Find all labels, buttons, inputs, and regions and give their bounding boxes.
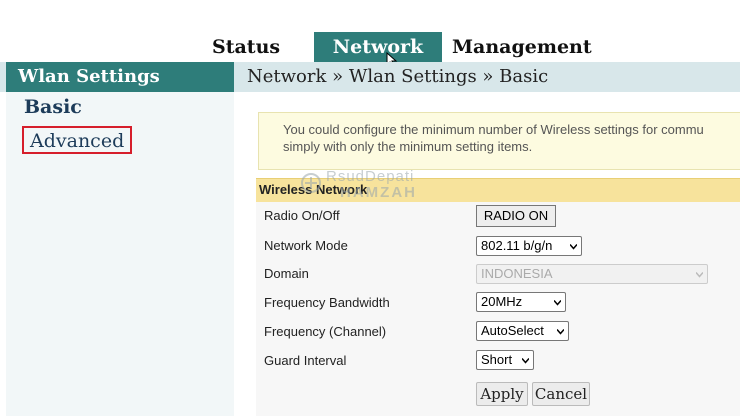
guard-interval-label: Guard Interval	[264, 353, 347, 368]
network-mode-label: Network Mode	[264, 238, 348, 253]
network-mode-select[interactable]: 802.11 b/g/n	[476, 236, 582, 256]
watermark-text-2: HAMZAH	[340, 184, 417, 201]
chevron-down-icon	[570, 244, 577, 250]
guard-interval-value: Short	[481, 352, 513, 367]
tab-network[interactable]: Network	[314, 32, 442, 62]
chevron-down-icon	[696, 272, 703, 278]
guard-interval-select[interactable]: Short	[476, 350, 534, 370]
radio-on-button[interactable]: RADIO ON	[476, 205, 556, 227]
notice-line-2: simply with only the minimum setting ite…	[283, 139, 533, 154]
watermark-logo-icon	[301, 173, 321, 193]
sidebar-item-advanced[interactable]: Advanced	[22, 126, 133, 154]
cancel-button[interactable]: Cancel	[532, 382, 590, 406]
info-notice: You could configure the minimum number o…	[258, 112, 740, 170]
network-mode-value: 802.11 b/g/n	[481, 238, 553, 253]
frequency-channel-select[interactable]: AutoSelect	[476, 321, 569, 341]
frequency-channel-value: AutoSelect	[481, 323, 544, 338]
apply-button[interactable]: Apply	[476, 382, 528, 406]
tab-status[interactable]: Status	[212, 32, 280, 62]
domain-value: INDONESIA	[481, 266, 553, 281]
notice-line-1: You could configure the minimum number o…	[283, 122, 704, 137]
breadcrumb: Network » Wlan Settings » Basic	[247, 66, 549, 87]
chevron-down-icon	[557, 329, 564, 335]
chevron-down-icon	[554, 300, 561, 306]
domain-label: Domain	[264, 266, 309, 281]
domain-select: INDONESIA	[476, 264, 708, 284]
frequency-bandwidth-select[interactable]: 20MHz	[476, 292, 566, 312]
watermark-text-1: RsudDepati	[326, 168, 415, 185]
top-nav: Status Network Management	[0, 0, 740, 62]
chevron-down-icon	[522, 358, 529, 364]
sidebar-title: Wlan Settings	[6, 62, 234, 92]
frequency-bandwidth-value: 20MHz	[481, 294, 523, 309]
watermark: RsudDepati HAMZAH	[300, 168, 450, 204]
frequency-bandwidth-label: Frequency Bandwidth	[264, 295, 390, 310]
tab-management[interactable]: Management	[452, 32, 592, 62]
frequency-channel-label: Frequency (Channel)	[264, 324, 387, 339]
radio-label: Radio On/Off	[264, 208, 340, 223]
sidebar-item-basic[interactable]: Basic	[24, 96, 82, 118]
